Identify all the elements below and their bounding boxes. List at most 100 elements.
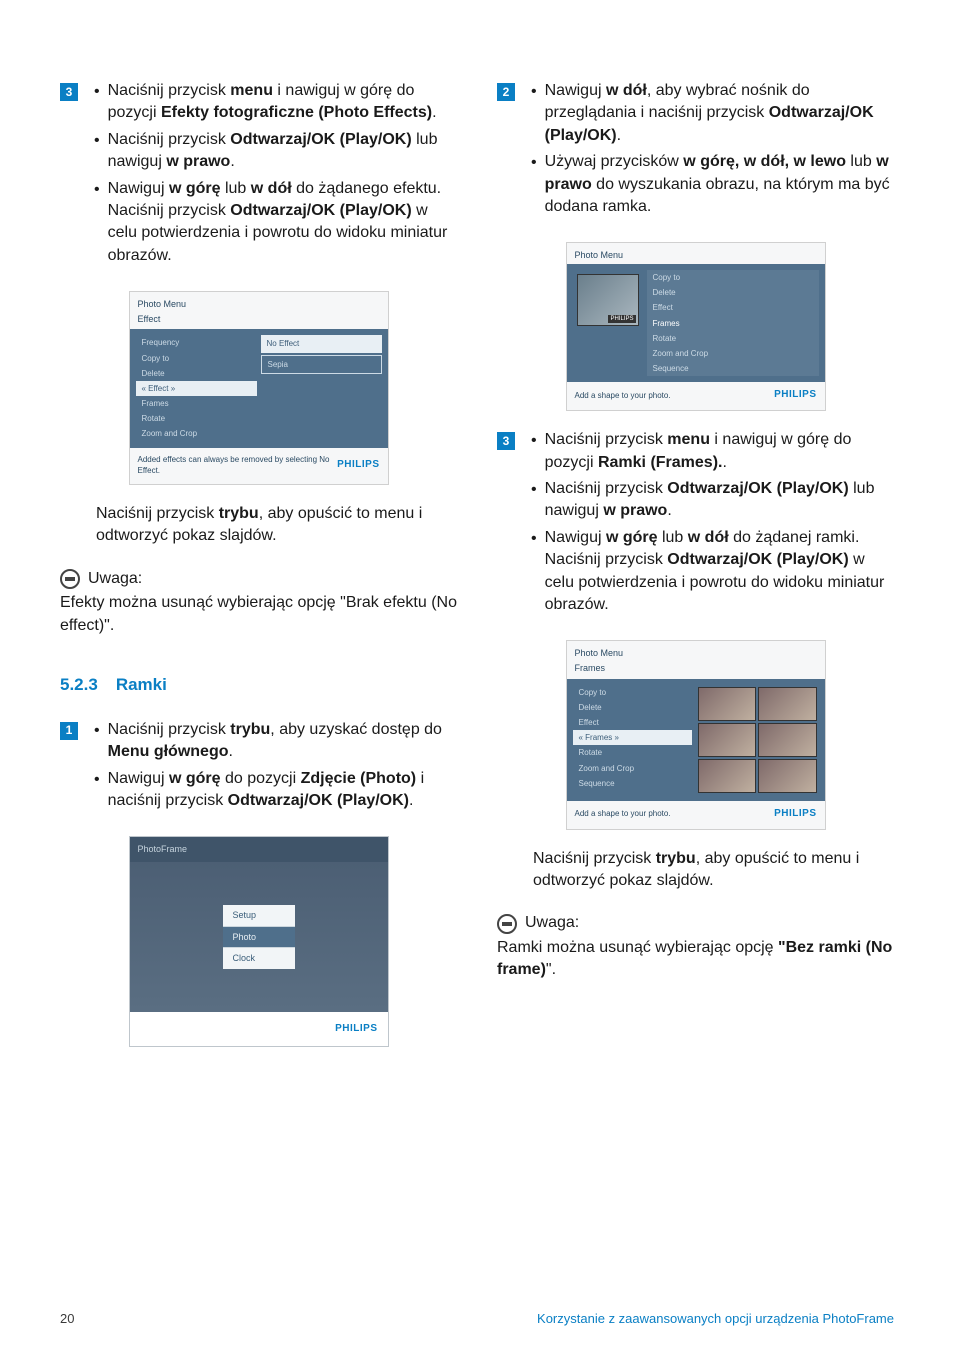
menu-item: Rotate xyxy=(136,411,257,426)
main-menu: Setup Photo Clock xyxy=(223,905,295,969)
text: Naciśnij przycisk xyxy=(533,850,656,867)
menu-item: Zoom and Crop xyxy=(573,761,692,776)
menu-item-selected: « Effect » xyxy=(136,381,257,396)
page-footer: 20 Korzystanie z zaawansowanych opcji ur… xyxy=(60,1310,894,1328)
screenshot-photo-menu-effect: Photo Menu Effect Frequency Copy to Dele… xyxy=(129,291,389,485)
text: Naciśnij przycisk xyxy=(96,505,219,522)
note-icon xyxy=(60,569,80,589)
menu-item: Sequence xyxy=(647,361,819,376)
left-step-1: 1 Naciśnij przycisk trybu, aby uzyskać d… xyxy=(60,719,457,817)
option: No Effect xyxy=(261,335,382,352)
text-bold: w dół xyxy=(251,180,292,197)
frame-thumb xyxy=(758,759,817,793)
text-bold: menu xyxy=(667,431,710,448)
text: Nawiguj xyxy=(108,770,169,787)
shot-footer-text: Add a shape to your photo. xyxy=(575,808,671,819)
menu-item: Zoom and Crop xyxy=(136,426,257,441)
text-bold: Odtwarzaj/OK (Play/OK) xyxy=(230,202,411,219)
menu-item: Delete xyxy=(647,285,819,300)
menu-item: Sequence xyxy=(573,776,692,791)
menu-item: Clock xyxy=(223,947,295,969)
text: do pozycji xyxy=(221,770,301,787)
text-bold: menu xyxy=(230,82,273,99)
menu-item: Copy to xyxy=(647,270,819,285)
bullet: Nawiguj w górę do pozycji Zdjęcie (Photo… xyxy=(88,768,457,813)
text-bold: w dół xyxy=(606,82,647,99)
shot-header: Photo Menu xyxy=(567,641,825,662)
text-bold: w górę xyxy=(169,770,221,787)
screenshot-photo-menu-frames: Photo Menu Frames Copy to Delete Effect … xyxy=(566,640,826,829)
frame-thumb xyxy=(758,723,817,757)
shot-footer-text: Added effects can always be removed by s… xyxy=(138,454,338,476)
left-step-3: 3 Naciśnij przycisk menu i nawiguj w gór… xyxy=(60,80,457,271)
bullet: Nawiguj w górę lub w dół do żądanej ramk… xyxy=(525,527,894,617)
note-label: Uwaga: xyxy=(525,912,579,934)
brand-logo: PHILIPS xyxy=(774,388,816,402)
menu-item: Frames xyxy=(647,316,819,331)
text-bold: Odtwarzaj/OK (Play/OK) xyxy=(667,551,848,568)
text: . xyxy=(722,454,726,471)
text-bold: Ramki (Frames). xyxy=(598,454,723,471)
text-bold: Odtwarzaj/OK (Play/OK) xyxy=(230,131,411,148)
shot-header: PhotoFrame xyxy=(130,837,388,862)
text-bold: Menu głównego xyxy=(108,743,229,760)
text: do wyszukania obrazu, na którym ma być d… xyxy=(545,176,890,215)
text: . xyxy=(228,743,232,760)
text: Nawiguj xyxy=(545,82,606,99)
text-bold: Zdjęcie (Photo) xyxy=(301,770,417,787)
step-number-2: 2 xyxy=(497,83,515,101)
shot-subheader: Effect xyxy=(130,313,388,330)
paragraph: Naciśnij przycisk trybu, aby opuścić to … xyxy=(533,848,894,893)
text: Naciśnij przycisk xyxy=(108,721,231,738)
menu-item: Effect xyxy=(647,300,819,315)
menu-item: Delete xyxy=(573,700,692,715)
right-column: 2 Nawiguj w dół, aby wybrać nośnik do pr… xyxy=(497,80,894,1053)
text-bold: w górę, w dół, w lewo xyxy=(683,153,846,170)
brand-logo: PHILIPS xyxy=(337,458,379,472)
thumb-brand: PHILIPS xyxy=(608,315,635,323)
frame-thumb xyxy=(758,687,817,721)
bullet: Naciśnij przycisk trybu, aby uzyskać dos… xyxy=(88,719,457,764)
section-number: 5.2.3 xyxy=(60,675,98,694)
frame-thumbnails xyxy=(696,685,819,795)
right-step-2: 2 Nawiguj w dół, aby wybrać nośnik do pr… xyxy=(497,80,894,222)
shot-header: Photo Menu xyxy=(130,292,388,313)
text: Naciśnij przycisk xyxy=(108,131,231,148)
frame-thumb xyxy=(698,723,757,757)
menu-item: Effect xyxy=(573,715,692,730)
text: Nawiguj xyxy=(108,180,169,197)
menu-item: Delete xyxy=(136,366,257,381)
step-number-1: 1 xyxy=(60,722,78,740)
text: Używaj przycisków xyxy=(545,153,684,170)
footer-text: Korzystanie z zaawansowanych opcji urząd… xyxy=(537,1310,894,1328)
note-heading: Uwaga: xyxy=(60,568,457,590)
bullet: Nawiguj w dół, aby wybrać nośnik do prze… xyxy=(525,80,894,147)
text: . xyxy=(230,153,234,170)
text: Naciśnij przycisk xyxy=(545,431,668,448)
note-body: Ramki można usunąć wybierając opcję "Bez… xyxy=(497,937,894,982)
text: lub xyxy=(658,529,688,546)
text: lub xyxy=(221,180,251,197)
text: Naciśnij przycisk xyxy=(108,82,231,99)
section-heading: 5.2.3 Ramki xyxy=(60,673,457,697)
text-bold: Odtwarzaj/OK (Play/OK) xyxy=(667,480,848,497)
paragraph: Naciśnij przycisk trybu, aby opuścić to … xyxy=(96,503,457,548)
shot-header: Photo Menu xyxy=(567,243,825,264)
text-bold: trybu xyxy=(219,505,259,522)
section-title: Ramki xyxy=(116,675,167,694)
frame-thumb xyxy=(698,687,757,721)
text-bold: w górę xyxy=(606,529,658,546)
text: lub xyxy=(846,153,876,170)
text: . xyxy=(409,792,413,809)
photo-thumbnail: PHILIPS xyxy=(577,274,639,326)
menu-item: Rotate xyxy=(647,331,819,346)
step-number-3: 3 xyxy=(497,432,515,450)
text: . xyxy=(432,104,436,121)
menu-item-selected: Photo xyxy=(223,926,295,948)
text-bold: Efekty fotograficzne (Photo Effects) xyxy=(161,104,432,121)
frame-thumb xyxy=(698,759,757,793)
text: Ramki można usunąć wybierając opcję xyxy=(497,939,778,956)
text: , aby uzyskać dostęp do xyxy=(270,721,442,738)
bullet: Naciśnij przycisk menu i nawiguj w górę … xyxy=(525,429,894,474)
note-heading: Uwaga: xyxy=(497,912,894,934)
